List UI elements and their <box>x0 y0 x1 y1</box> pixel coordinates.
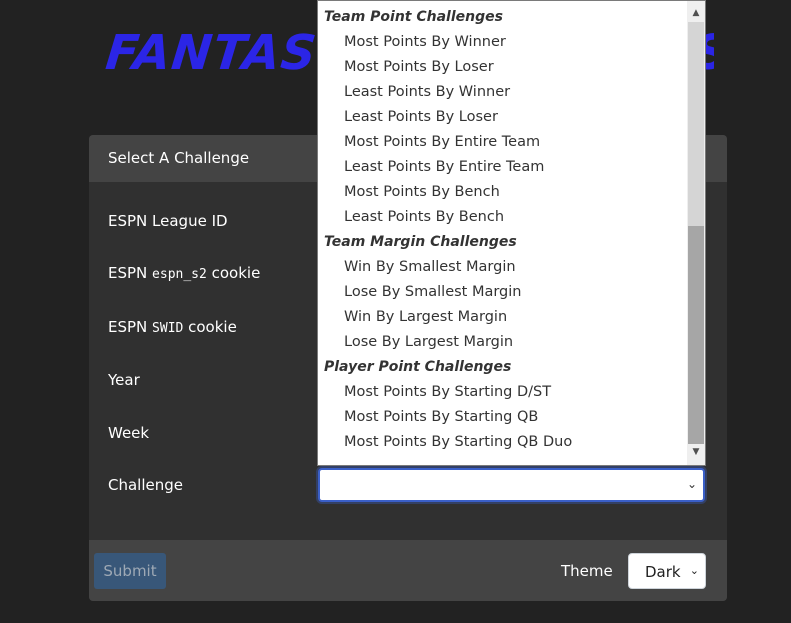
theme-select[interactable]: Dark ⌄ <box>628 553 706 589</box>
dropdown-option[interactable]: Least Points By Bench <box>318 205 686 230</box>
espn-s2-label-pre: ESPN <box>108 264 153 282</box>
year-label: Year <box>108 371 140 389</box>
dropdown-option[interactable]: Most Points By Winner <box>318 30 686 55</box>
league-id-label: ESPN League ID <box>108 212 228 230</box>
espn-s2-label-post: cookie <box>206 264 261 282</box>
dropdown-option[interactable]: Most Points By Loser <box>318 55 686 80</box>
theme-select-value: Dark <box>645 563 681 581</box>
challenge-dropdown-list[interactable]: Team Point Challenges Most Points By Win… <box>317 0 706 466</box>
dropdown-option[interactable]: Most Points By Starting D/ST <box>318 380 686 405</box>
theme-label: Theme <box>561 562 613 580</box>
scroll-down-arrow-icon[interactable]: ▼ <box>688 444 704 461</box>
dropdown-option[interactable]: Win By Smallest Margin <box>318 255 686 280</box>
dropdown-option[interactable]: Least Points By Winner <box>318 80 686 105</box>
week-label: Week <box>108 424 150 442</box>
swid-label-code: SWID <box>152 321 184 336</box>
chevron-down-icon: ⌄ <box>686 477 697 491</box>
swid-label: ESPN SWID cookie <box>108 318 237 336</box>
dropdown-option[interactable]: Least Points By Entire Team <box>318 155 686 180</box>
dropdown-option[interactable]: Most Points By Starting QB <box>318 405 686 430</box>
submit-button[interactable]: Submit <box>94 553 166 589</box>
swid-label-post: cookie <box>183 318 237 336</box>
scroll-up-arrow-icon[interactable]: ▲ <box>688 5 704 22</box>
dropdown-option[interactable]: Most Points By Entire Team <box>318 130 686 155</box>
scrollbar-track[interactable] <box>688 22 704 226</box>
dropdown-options: Team Point Challenges Most Points By Win… <box>318 5 686 455</box>
option-group-label: Team Margin Challenges <box>324 234 517 250</box>
dropdown-option[interactable]: Least Points By Loser <box>318 105 686 130</box>
dropdown-scrollbar[interactable]: ▲ ▼ <box>687 1 705 465</box>
option-group-label: Player Point Challenges <box>324 359 512 375</box>
swid-label-pre: ESPN <box>108 318 153 336</box>
dropdown-option[interactable]: Win By Largest Margin <box>318 305 686 330</box>
dropdown-option[interactable]: Most Points By Bench <box>318 180 686 205</box>
challenge-label: Challenge <box>108 476 183 494</box>
card-footer: Submit Theme Dark ⌄ <box>89 540 727 601</box>
chevron-down-icon: ⌄ <box>689 564 699 577</box>
espn-s2-label-code: espn_s2 <box>152 267 207 282</box>
scrollbar-thumb[interactable] <box>688 226 704 444</box>
challenge-select[interactable]: ⌄ <box>318 468 705 502</box>
dropdown-option[interactable]: Lose By Smallest Margin <box>318 280 686 305</box>
dropdown-option[interactable]: Lose By Largest Margin <box>318 330 686 355</box>
option-group-label: Team Point Challenges <box>324 9 503 25</box>
card-title: Select A Challenge <box>108 149 250 167</box>
dropdown-option[interactable]: Most Points By Starting QB Duo <box>318 430 686 455</box>
espn-s2-label: ESPN espn_s2 cookie <box>108 264 260 282</box>
